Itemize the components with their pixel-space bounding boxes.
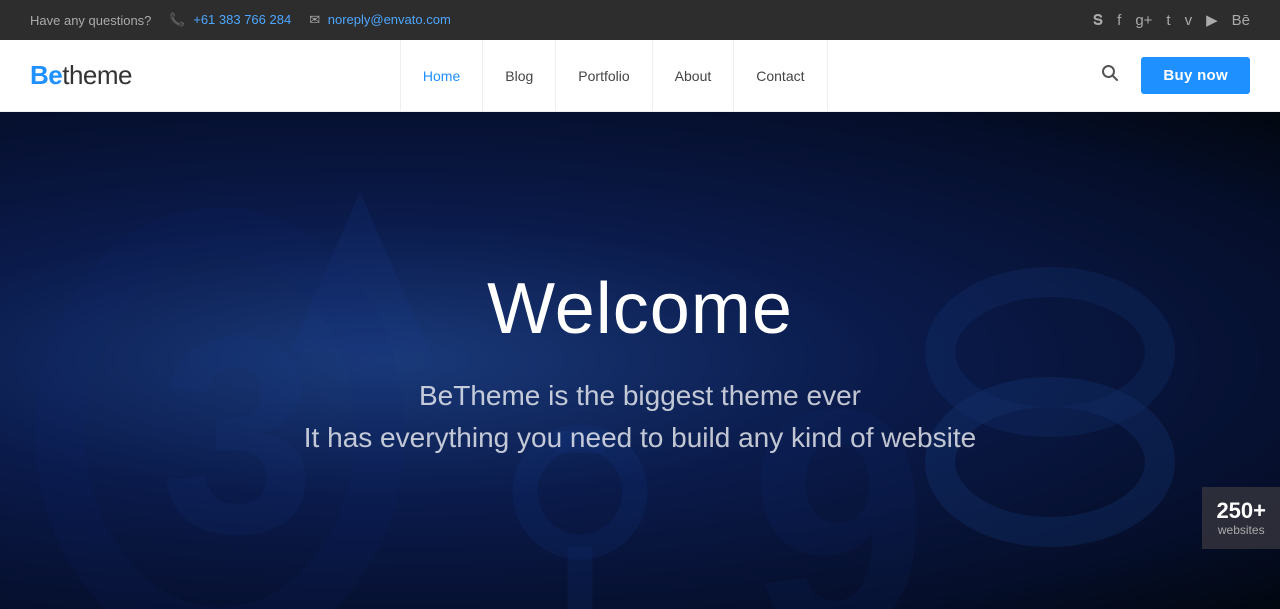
hero-content: Welcome BeTheme is the biggest theme eve… [0,268,1280,454]
badge-number: 250+ [1216,499,1266,523]
badge-250: 250+ websites [1202,487,1280,549]
phone-link[interactable]: +61 383 766 284 [193,12,291,27]
hero-title: Welcome [40,268,1240,350]
skype-icon[interactable]: 𝐒 [1093,12,1103,29]
nav-item-blog[interactable]: Blog [483,40,556,112]
logo[interactable]: Betheme [30,60,132,91]
logo-be: Be [30,60,62,91]
play-icon[interactable]: ▶ [1206,11,1218,29]
hero-subtitle2: It has everything you need to build any … [40,422,1240,454]
logo-theme: theme [62,60,132,91]
phone-contact: 📞 +61 383 766 284 [169,12,291,28]
facebook-icon[interactable]: f [1117,12,1121,29]
search-icon [1101,64,1119,82]
nav-item-portfolio[interactable]: Portfolio [556,40,652,112]
navbar: Betheme Home Blog Portfolio About Contac… [0,40,1280,112]
nav-links: Home Blog Portfolio About Contact [400,40,828,112]
behance-icon[interactable]: Bē [1232,12,1250,29]
hero-subtitle1: BeTheme is the biggest theme ever [40,380,1240,412]
search-button[interactable] [1095,58,1125,93]
phone-icon: 📞 [169,12,185,27]
nav-right: Buy now [1095,57,1250,94]
twitter-icon[interactable]: t [1166,12,1170,29]
top-bar-right: 𝐒 f g+ t v ▶ Bē [1093,11,1250,29]
vimeo-icon[interactable]: v [1185,12,1193,29]
buy-now-button[interactable]: Buy now [1141,57,1250,94]
top-bar: Have any questions? 📞 +61 383 766 284 ✉ … [0,0,1280,40]
nav-item-contact[interactable]: Contact [734,40,827,112]
top-bar-left: Have any questions? 📞 +61 383 766 284 ✉ … [30,12,451,28]
email-icon: ✉ [309,12,320,27]
hero-section: 3 9 Welcome BeTheme is the biggest theme… [0,112,1280,609]
badge-label: websites [1216,523,1266,537]
question-text: Have any questions? [30,13,151,28]
email-contact: ✉ noreply@envato.com [309,12,451,28]
nav-item-about[interactable]: About [653,40,735,112]
nav-item-home[interactable]: Home [400,40,483,112]
google-plus-icon[interactable]: g+ [1135,12,1152,29]
email-link[interactable]: noreply@envato.com [328,12,451,27]
